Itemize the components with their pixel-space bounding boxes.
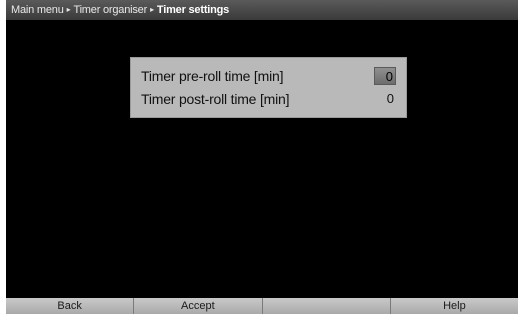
accept-button[interactable]: Accept xyxy=(133,298,262,314)
breadcrumb: Main menu ▸ Timer organiser ▸ Timer settings xyxy=(6,0,518,20)
tv-screen: Main menu ▸ Timer organiser ▸ Timer settings… xyxy=(6,0,518,314)
setting-row-pre-roll[interactable]: Timer pre-roll time [min] 0 xyxy=(131,66,406,86)
breadcrumb-current-page: Timer settings xyxy=(156,4,230,16)
post-roll-label: Timer post-roll time [min] xyxy=(141,91,290,107)
unassigned-softkey[interactable] xyxy=(261,298,390,314)
post-roll-value-field[interactable]: 0 xyxy=(374,90,396,108)
breadcrumb-separator-icon: ▸ xyxy=(150,5,154,14)
breadcrumb-separator-icon: ▸ xyxy=(66,5,71,14)
back-button[interactable]: Back xyxy=(6,298,134,314)
breadcrumb-main-menu[interactable]: Main menu xyxy=(11,4,64,16)
softkey-bar: Back Accept Help xyxy=(6,298,518,314)
breadcrumb-timer-organiser[interactable]: Timer organiser xyxy=(73,4,147,16)
setting-row-post-roll[interactable]: Timer post-roll time [min] 0 xyxy=(131,89,406,109)
pre-roll-label: Timer pre-roll time [min] xyxy=(141,68,284,84)
help-button[interactable]: Help xyxy=(389,298,518,314)
timer-settings-panel: Timer pre-roll time [min] 0 Timer post-r… xyxy=(130,57,407,118)
pre-roll-value-field[interactable]: 0 xyxy=(374,67,396,85)
